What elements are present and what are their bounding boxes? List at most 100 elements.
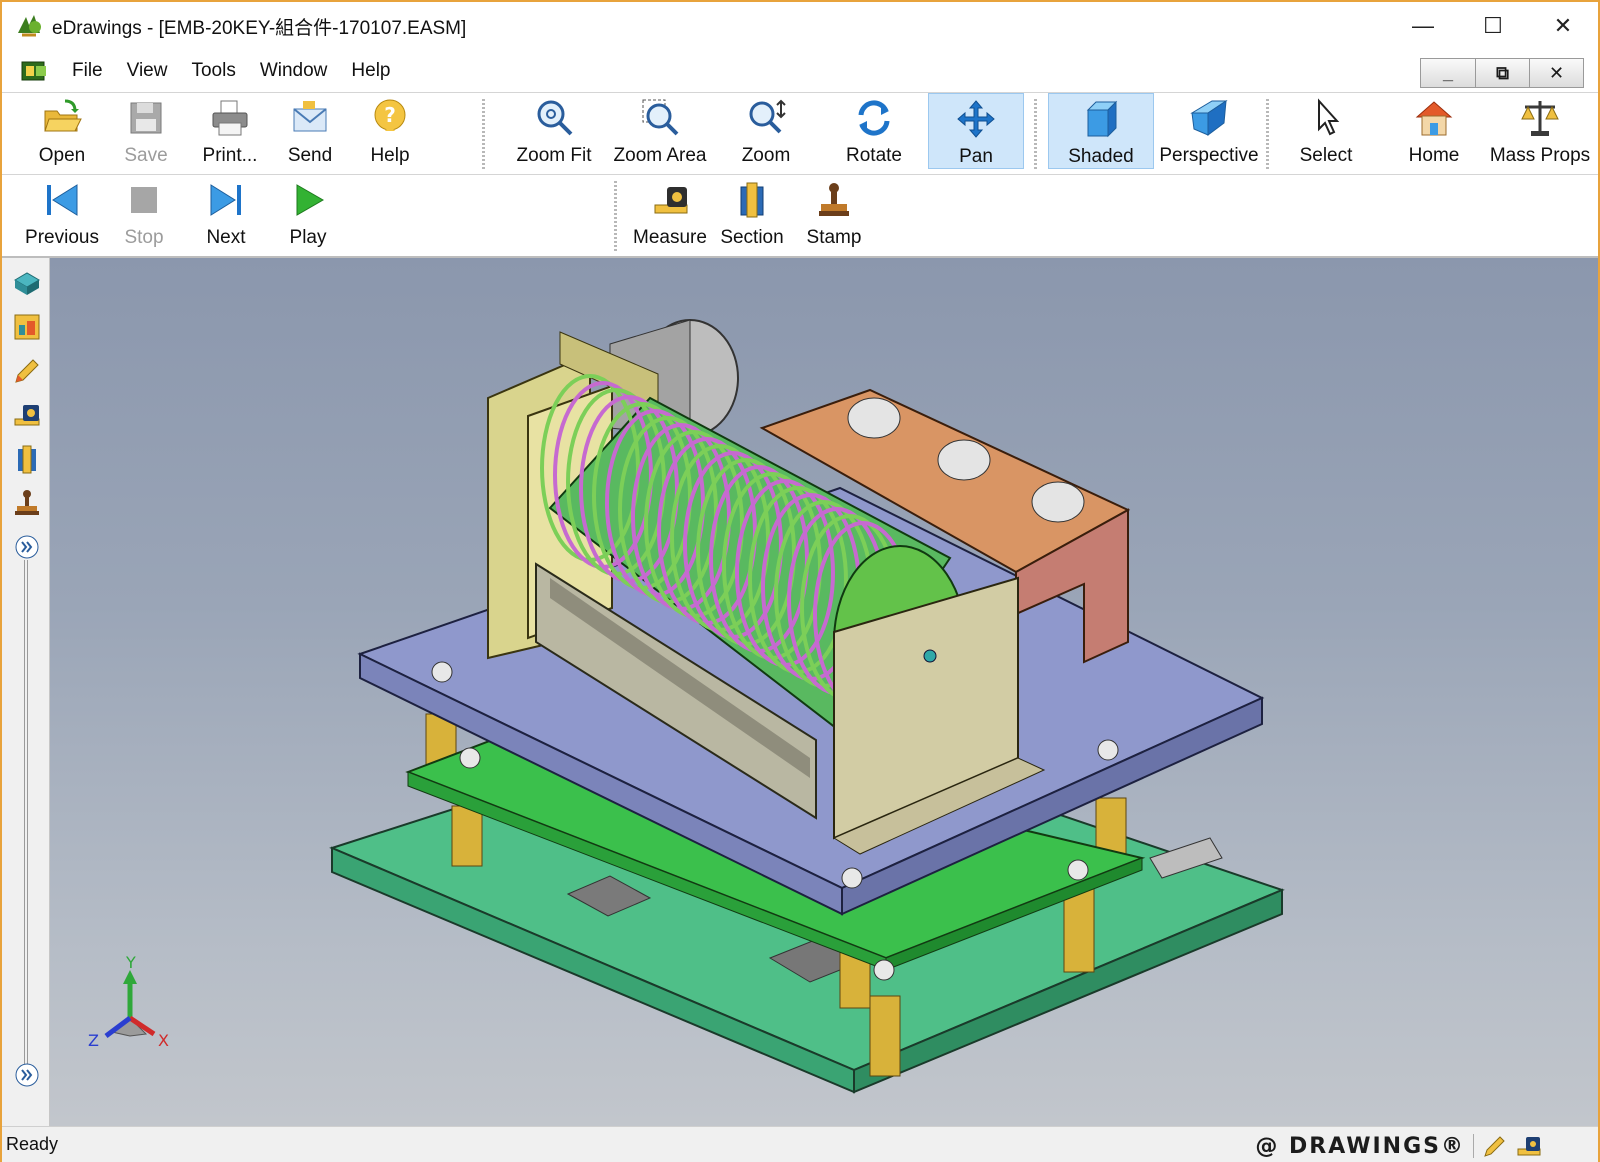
mass-props-label: Mass Props — [1489, 145, 1591, 166]
zoom-fit-button[interactable]: Zoom Fit — [506, 93, 602, 169]
help-label: Help — [370, 145, 410, 166]
rotate-label: Rotate — [846, 145, 902, 166]
zoom-fit-icon — [537, 100, 573, 136]
printer-icon — [212, 100, 248, 136]
panel-splitter[interactable] — [24, 560, 28, 1070]
window-title: eDrawings - [EMB-20KEY-組合件-170107.EASM] — [52, 17, 467, 39]
open-button[interactable]: Open — [14, 93, 110, 169]
pan-icon — [957, 100, 995, 138]
perspective-icon — [1190, 100, 1228, 136]
side-panel-toolbar — [2, 258, 50, 1126]
zoom-fit-label: Zoom Fit — [516, 145, 592, 166]
help-icon: ? — [374, 99, 406, 131]
zoom-label: Zoom — [741, 145, 791, 166]
markup-tab[interactable] — [10, 354, 44, 388]
zoom-button[interactable]: Zoom — [718, 93, 814, 169]
play-button[interactable]: Play — [260, 175, 356, 251]
toolbar-separator — [614, 181, 617, 251]
shaded-cube-icon — [1086, 100, 1118, 138]
document-close-button[interactable]: ✕ — [1529, 59, 1583, 87]
stamp-button[interactable]: Stamp — [786, 175, 882, 251]
triad-y-label: Y — [125, 953, 136, 972]
select-button[interactable]: Select — [1278, 93, 1374, 169]
title-bar: eDrawings - [EMB-20KEY-組合件-170107.EASM] … — [2, 2, 1598, 50]
minimize-button[interactable]: — — [1388, 2, 1458, 50]
status-separator — [1473, 1134, 1474, 1158]
menu-help[interactable]: Help — [339, 60, 402, 82]
stamp-label: Stamp — [806, 227, 862, 248]
mass-props-button[interactable]: Mass Props — [1488, 93, 1592, 169]
stamp-tab[interactable] — [10, 486, 44, 520]
components-icon — [14, 272, 40, 295]
expand-chevron-icon — [15, 1063, 39, 1087]
measure-tape-icon[interactable] — [1516, 1133, 1542, 1159]
save-button[interactable]: Save — [98, 93, 194, 169]
toolbar-separator — [482, 99, 485, 169]
pan-label: Pan — [959, 146, 993, 167]
play-label: Play — [289, 227, 327, 248]
envelope-icon — [293, 101, 327, 132]
menu-window[interactable]: Window — [248, 60, 340, 82]
send-label: Send — [287, 145, 333, 166]
close-button[interactable]: ✕ — [1528, 2, 1598, 50]
measure-label: Measure — [633, 227, 707, 248]
menu-tools[interactable]: Tools — [179, 60, 247, 82]
section-tab[interactable] — [10, 442, 44, 476]
expand-bottom-button[interactable] — [10, 1058, 44, 1092]
home-button[interactable]: Home — [1386, 93, 1482, 169]
status-bar: Ready @ DRAWINGS® — [2, 1126, 1598, 1162]
zoom-area-button[interactable]: Zoom Area — [612, 93, 708, 169]
maximize-button[interactable]: ☐ — [1458, 2, 1528, 50]
edrawings-logo-icon — [18, 15, 41, 37]
document-minimize-button[interactable]: _ — [1421, 59, 1475, 87]
play-icon — [296, 184, 325, 216]
previous-label: Previous — [25, 227, 99, 248]
model-viewport[interactable]: Y X Z — [50, 258, 1598, 1126]
next-label: Next — [206, 227, 246, 248]
edrawings-brand-logo: @ DRAWINGS® — [1255, 1133, 1465, 1159]
stamp-icon — [819, 183, 849, 216]
previous-icon — [47, 184, 78, 216]
rotate-button[interactable]: Rotate — [826, 93, 922, 169]
stop-label: Stop — [124, 227, 164, 248]
axis-triad: Y X Z — [88, 953, 169, 1050]
document-menu-icon[interactable] — [20, 58, 50, 84]
pan-button[interactable]: Pan — [928, 93, 1024, 169]
section-icon — [18, 445, 36, 474]
select-arrow-icon — [1318, 98, 1340, 136]
secondary-toolbar: Previous Stop Next Play Measure Section … — [2, 174, 1598, 258]
measure-tape-icon — [14, 405, 40, 426]
document-restore-button[interactable]: ⧉ — [1475, 59, 1529, 87]
help-button[interactable]: ? Help — [342, 93, 438, 169]
toolbar-separator — [1034, 99, 1037, 169]
home-label: Home — [1408, 145, 1460, 166]
menu-view[interactable]: View — [115, 60, 180, 82]
stamp-icon — [15, 490, 39, 515]
components-tab[interactable] — [10, 266, 44, 300]
markup-pencil-icon — [15, 359, 39, 383]
menu-bar: File View Tools Window Help _ ⧉ ✕ — [2, 50, 1598, 92]
perspective-button[interactable]: Perspective — [1154, 93, 1264, 169]
configurations-tab[interactable] — [10, 310, 44, 344]
open-label: Open — [38, 145, 86, 166]
svg-text:?: ? — [384, 103, 396, 127]
measure-tab[interactable] — [10, 398, 44, 432]
triad-x-label: X — [158, 1031, 169, 1050]
select-label: Select — [1299, 145, 1353, 166]
markup-pencil-icon[interactable] — [1482, 1133, 1508, 1159]
expand-panel-button[interactable] — [10, 530, 44, 564]
print-label: Print... — [202, 145, 258, 166]
perspective-label: Perspective — [1159, 145, 1259, 166]
shaded-label: Shaded — [1068, 146, 1134, 167]
menu-file[interactable]: File — [60, 60, 115, 82]
status-text: Ready — [6, 1134, 59, 1154]
section-icon — [740, 182, 764, 218]
next-icon — [210, 184, 241, 216]
save-label: Save — [124, 145, 168, 166]
expand-chevron-icon — [15, 535, 39, 559]
mass-props-icon — [1521, 101, 1559, 136]
section-label: Section — [720, 227, 784, 248]
rotate-icon — [858, 100, 890, 136]
document-window-controls: _ ⧉ ✕ — [1420, 58, 1584, 88]
shaded-button[interactable]: Shaded — [1048, 93, 1154, 169]
